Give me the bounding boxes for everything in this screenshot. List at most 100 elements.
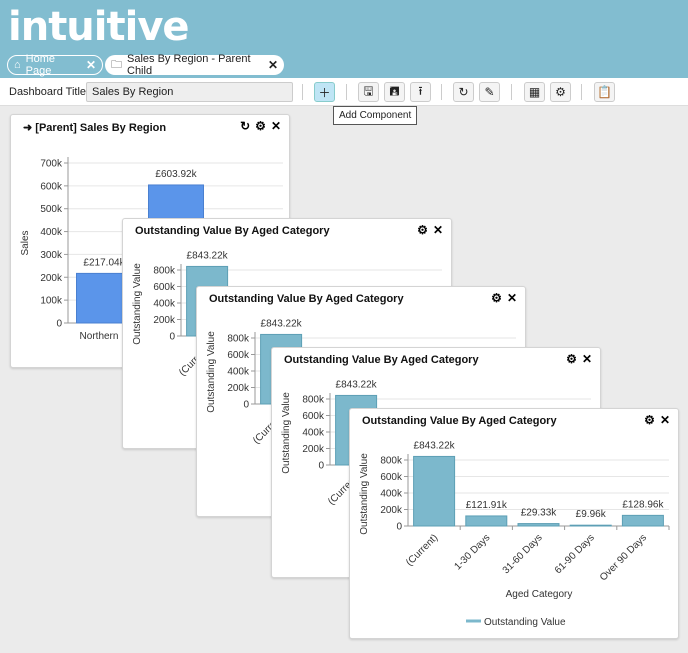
y-tick-label: 400k [40,227,63,238]
settings-icon[interactable]: ⚙ [255,119,266,133]
dashboard-icon: 🗀 [111,58,122,71]
child-panel: 0 200k 400k 600k 800k Outstanding Value £843.2… [349,408,679,639]
divider [581,84,582,100]
y-tick-label: 200k [153,315,176,326]
layout-button[interactable]: ▦ [524,82,545,102]
tooltip: Add Component [333,106,418,125]
aged-chart: 0 200k 400k 600k 800k Outstanding Value £843.2… [359,440,670,628]
refresh-button[interactable]: ↻ [453,82,474,102]
settings-icon[interactable]: ⚙ [566,352,577,366]
y-axis-title: Outstanding Value [359,453,370,535]
refresh-icon[interactable]: ↻ [240,119,250,133]
edit-button[interactable]: ✎ [479,82,500,102]
y-tick-label: 600k [40,181,63,192]
settings-icon: ⚙ [555,85,566,99]
layout-icon: ▦ [528,85,541,99]
bar [621,514,664,527]
add-icon: ＋ [318,85,331,100]
close-icon[interactable]: ✕ [507,291,517,305]
tab-label: Sales By Region - Parent Child [127,53,251,77]
close-tab-icon[interactable]: ✕ [268,58,278,72]
upload-button[interactable]: ⭱ [410,82,431,102]
data-label: £128.96k [622,499,664,510]
save-as-button[interactable]: 🖪 [384,82,405,102]
y-tick-label: 600k [380,472,403,483]
upload-icon: ⭱ [418,83,423,98]
y-tick-label: 200k [380,505,403,516]
panel-title-text: [Parent] Sales By Region [35,122,167,134]
x-tick-label: (Current) [404,532,440,568]
y-tick-label: 400k [153,299,176,310]
home-icon: ⌂ [14,59,21,71]
tab-sales-by-region[interactable]: 🗀 Sales By Region - Parent Child ✕ [105,53,284,77]
y-tick-label: 600k [227,350,250,361]
data-label: £121.91k [466,500,508,511]
data-label: £843.22k [261,318,303,329]
refresh-icon: ↻ [458,85,469,99]
y-tick-label: 200k [40,273,63,284]
dashboard-title-label: Dashboard Title : [9,86,93,98]
data-label: £217.04k [83,257,125,268]
y-tick-label: 700k [40,159,63,170]
y-tick-label: 0 [396,522,402,533]
panel-title: Outstanding Value By Aged Category [135,225,330,237]
bar [465,515,508,527]
data-label: £29.33k [521,508,558,519]
toolbar: Dashboard Title : ＋ 🖫 🖪 ⭱ ↻ ✎ ▦ ⚙ 📋 [0,78,688,106]
data-label: £843.22k [414,440,456,451]
panel-title: Outstanding Value By Aged Category [284,354,479,366]
tab-home-page[interactable]: ⌂ Home Page ✕ [7,53,103,77]
settings-icon[interactable]: ⚙ [491,291,502,305]
y-tick-label: 800k [153,266,176,277]
bar [413,455,456,527]
panel-title: Outstanding Value By Aged Category [362,415,557,427]
close-icon[interactable]: ✕ [660,413,670,427]
tab-label: Home Page [25,53,55,77]
x-axis-title: Aged Category [506,589,573,600]
divider [302,84,303,100]
link-icon: ➜ [23,122,36,134]
clipboard-icon: 📋 [597,85,612,99]
y-tick-label: 0 [56,319,62,330]
data-label: £603.92k [155,169,197,180]
data-label: £9.96k [576,509,607,520]
data-label: £843.22k [336,379,378,390]
y-tick-label: 300k [40,250,63,261]
y-tick-label: 400k [227,367,250,378]
bar [517,523,560,527]
x-tick-label: 61-90 Days [553,532,597,576]
data-label: £843.22k [187,250,229,261]
panel-title: Outstanding Value By Aged Category [209,293,404,305]
bar [569,524,612,527]
divider [346,84,347,100]
close-tab-icon[interactable]: ✕ [86,58,96,72]
settings-button[interactable]: ⚙ [550,82,571,102]
settings-icon[interactable]: ⚙ [417,223,428,237]
y-tick-label: 100k [40,296,63,307]
close-icon[interactable]: ✕ [271,119,281,133]
y-tick-label: 600k [302,411,325,422]
divider [511,84,512,100]
dashboard-title-input[interactable] [86,82,293,102]
settings-icon[interactable]: ⚙ [644,413,655,427]
y-axis-title: Sales [20,230,31,255]
y-axis-title: Outstanding Value [132,263,143,345]
x-tick-label: 31-60 Days [501,532,545,576]
y-axis-title: Outstanding Value [281,392,292,474]
clipboard-button[interactable]: 📋 [594,82,615,102]
close-icon[interactable]: ✕ [433,223,443,237]
legend-label: Outstanding Value [484,617,566,628]
close-icon[interactable]: ✕ [582,352,592,366]
y-tick-label: 500k [40,204,63,215]
logo: intuitive [8,4,190,50]
y-tick-label: 800k [380,456,403,467]
y-tick-label: 0 [318,461,324,472]
save-button[interactable]: 🖫 [358,82,379,102]
x-tick-label: 1-30 Days [452,532,492,572]
add-component-button[interactable]: ＋ [314,82,335,102]
y-tick-label: 400k [302,428,325,439]
y-tick-label: 0 [169,332,175,343]
y-tick-label: 0 [243,400,249,411]
y-tick-label: 200k [302,444,325,455]
save-as-icon: 🖪 [389,83,400,98]
